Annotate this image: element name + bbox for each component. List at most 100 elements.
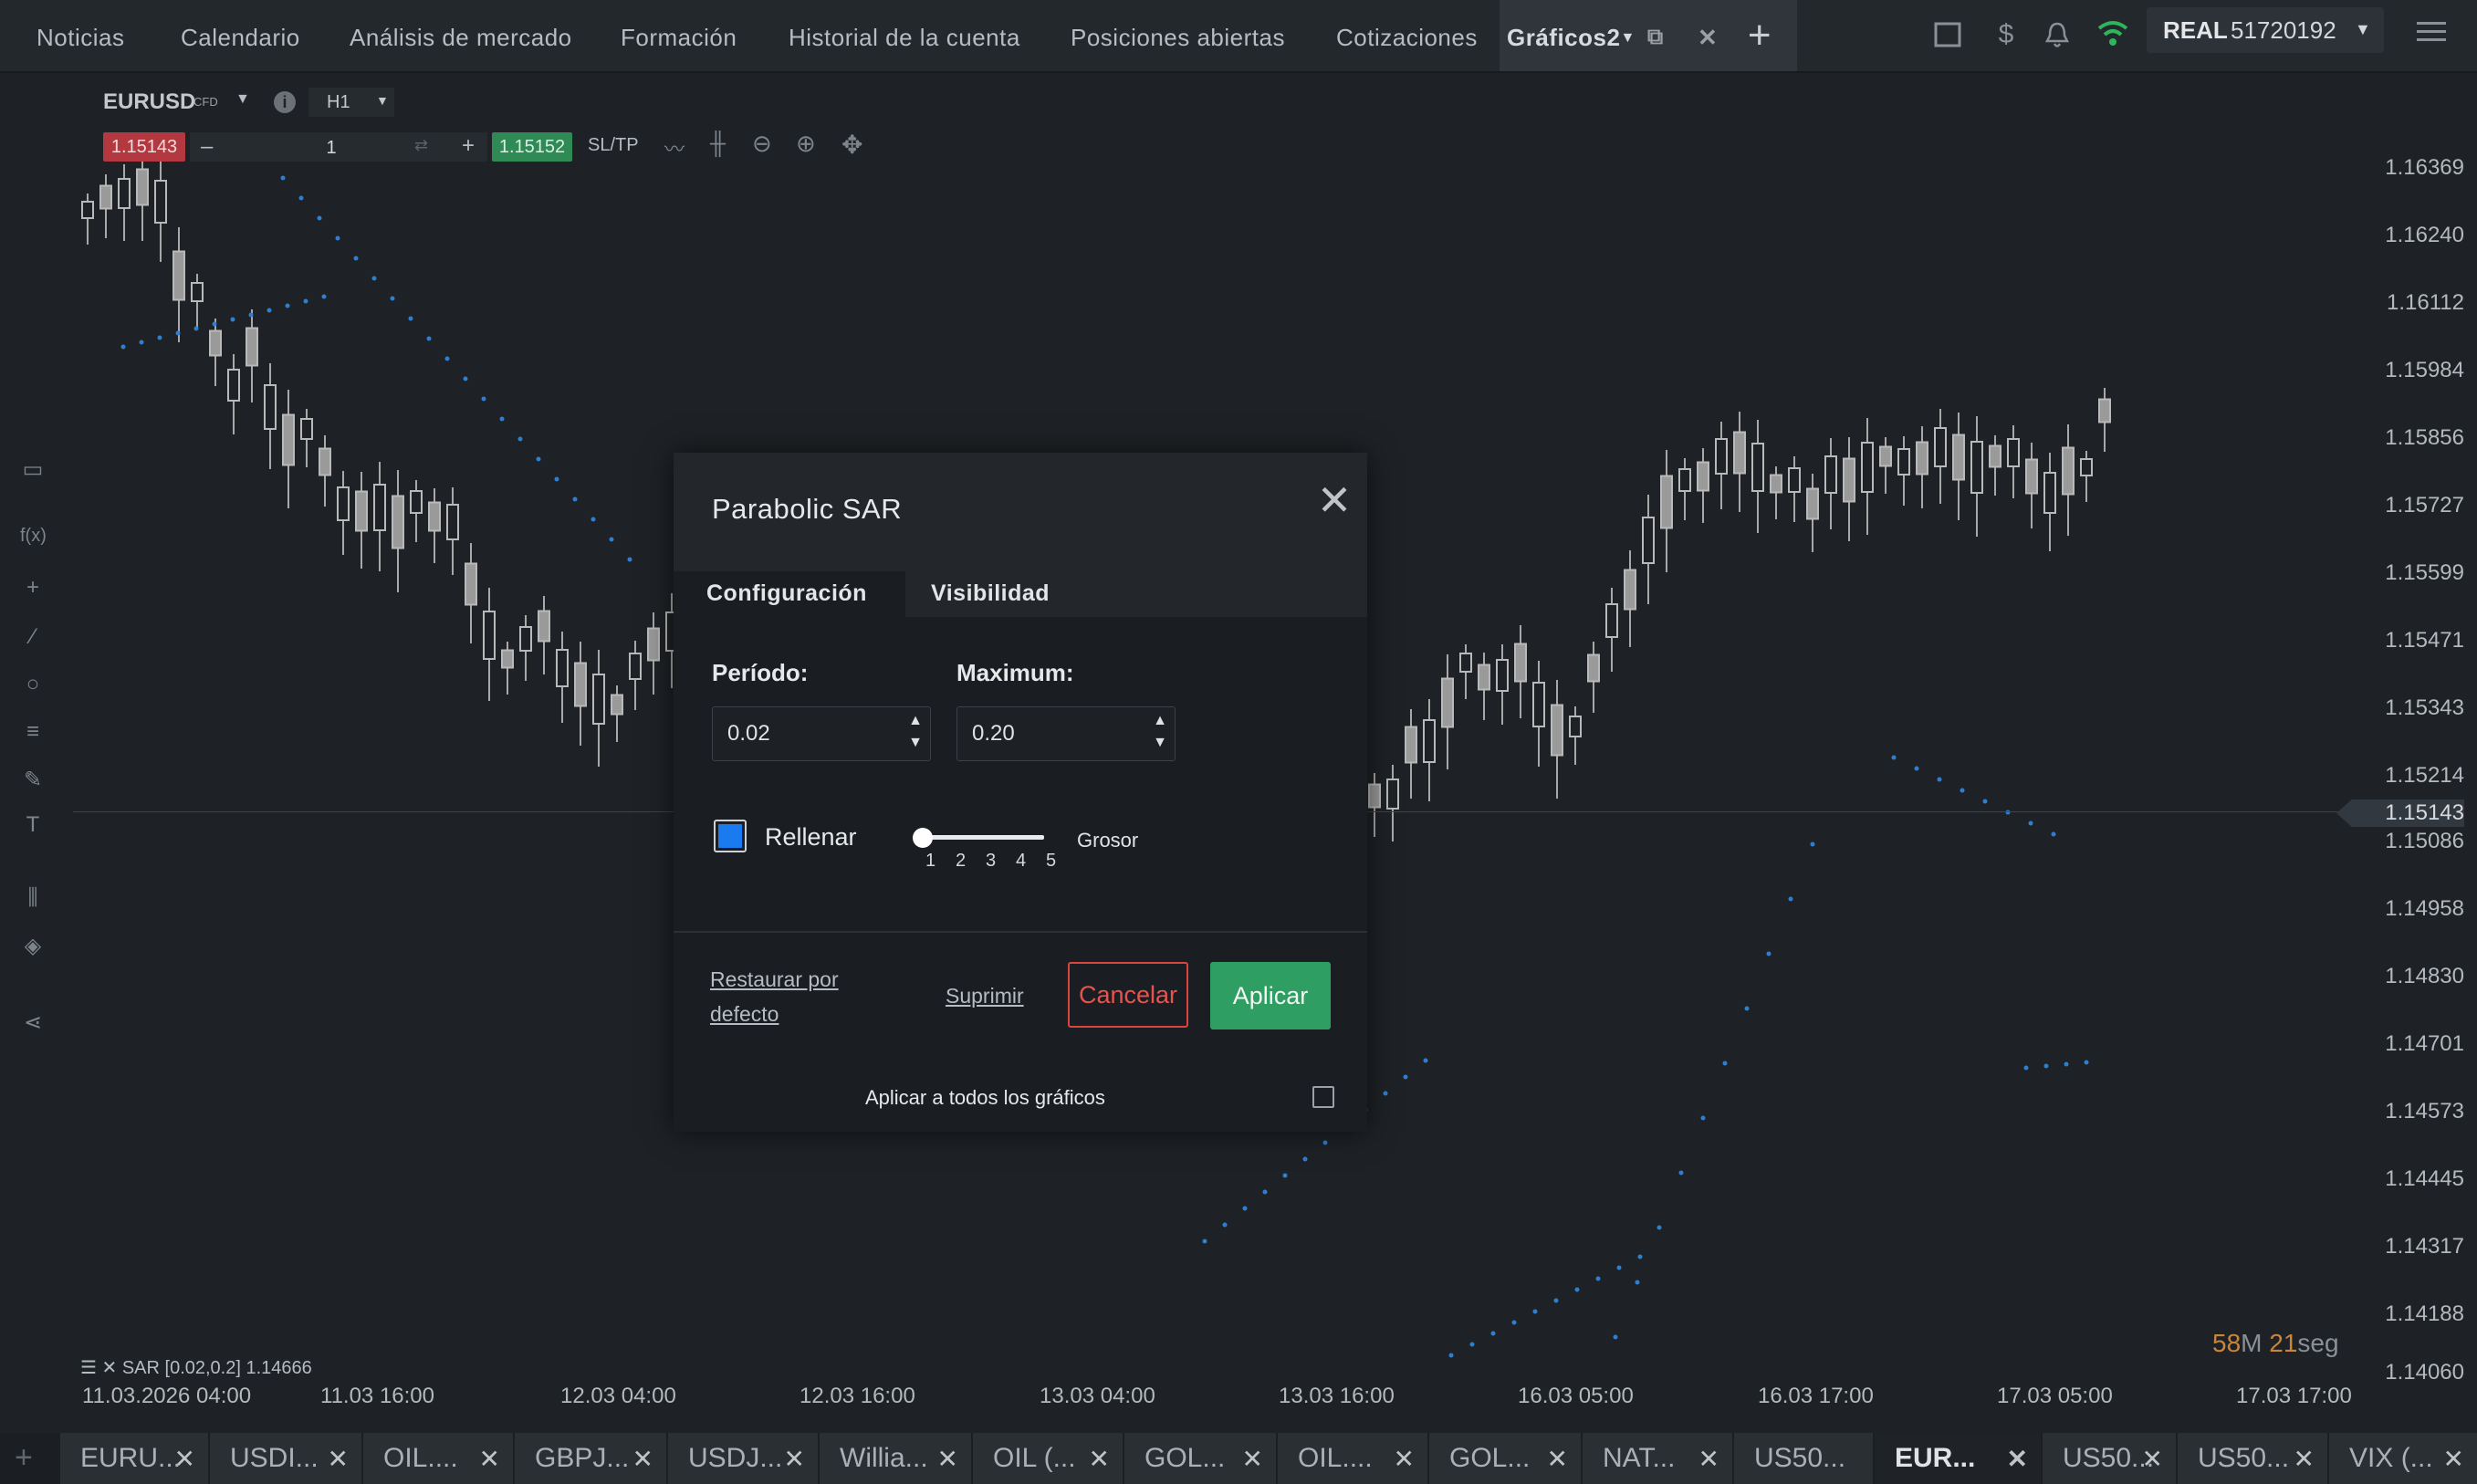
symbol-tab[interactable]: Willia... ✕ xyxy=(820,1433,973,1484)
bell-icon[interactable] xyxy=(2043,18,2072,51)
tab-visibilidad[interactable]: Visibilidad xyxy=(905,571,1367,617)
chevron-down-icon[interactable]: ▼ xyxy=(235,91,250,108)
line-chart-icon[interactable]: 〰 xyxy=(664,133,685,162)
nav-item-noticias[interactable]: Noticias xyxy=(37,0,124,71)
crosshair-icon[interactable]: ✥ xyxy=(841,130,862,160)
info-icon[interactable]: i xyxy=(274,91,296,113)
symbol-tab[interactable]: OIL (... ✕ xyxy=(973,1433,1124,1484)
sar-dot xyxy=(1383,1091,1388,1096)
nav-item-cotizaciones[interactable]: Cotizaciones xyxy=(1336,0,1478,71)
thickness-slider-thumb[interactable] xyxy=(913,828,933,848)
close-icon[interactable]: ✕ xyxy=(1698,1444,1719,1474)
apply-all-checkbox[interactable] xyxy=(1312,1086,1334,1108)
indicators-icon[interactable]: ⫼ xyxy=(20,885,46,911)
zoom-in-icon[interactable]: ⊕ xyxy=(796,130,816,158)
symbol-tab[interactable]: OIL.... ✕ xyxy=(1278,1433,1429,1484)
nav-item-formacion[interactable]: Formación xyxy=(621,0,737,71)
rectangle-tool-icon[interactable]: ▭ xyxy=(20,456,46,482)
window-layout-icon[interactable] xyxy=(1933,20,1962,49)
buy-price-button[interactable]: 1.15152 xyxy=(492,132,572,162)
add-symbol-icon[interactable]: + xyxy=(15,1440,33,1476)
symbol-tab[interactable]: OIL.... ✕ xyxy=(363,1433,515,1484)
fill-color-swatch[interactable] xyxy=(714,820,747,852)
nav-item-posiciones[interactable]: Posiciones abiertas xyxy=(1071,0,1285,71)
symbol-tab[interactable]: USDJ... ✕ xyxy=(668,1433,820,1484)
popout-icon[interactable]: ⧉ xyxy=(1647,0,1664,75)
symbol-tab[interactable]: NAT... ✕ xyxy=(1583,1433,1734,1484)
sar-dot xyxy=(1282,1173,1288,1178)
symbol-tab[interactable]: VIX (... ✕ xyxy=(2329,1433,2477,1484)
cancel-button[interactable]: Cancelar xyxy=(1068,962,1188,1028)
close-icon[interactable]: ✕ xyxy=(1547,1444,1568,1474)
dollar-transfer-icon[interactable]: $ xyxy=(1988,18,2024,51)
crosshair-tool-icon[interactable]: + xyxy=(20,575,46,601)
period-input[interactable] xyxy=(726,718,894,749)
increase-volume-button[interactable]: + xyxy=(462,133,475,159)
pen-tool-icon[interactable]: ✎ xyxy=(20,767,46,792)
close-icon[interactable]: ✕ xyxy=(937,1444,958,1474)
close-icon[interactable]: ✕ xyxy=(2443,1444,2464,1474)
symbol-tab[interactable]: GOL... ✕ xyxy=(1429,1433,1583,1484)
sltp-button[interactable]: SL/TP xyxy=(588,135,639,156)
sar-dot xyxy=(1222,1222,1228,1228)
increment-icon[interactable]: ▲ xyxy=(1153,713,1167,729)
nav-item-historial[interactable]: Historial de la cuenta xyxy=(789,0,1020,71)
symbol-tab[interactable]: GOL... ✕ xyxy=(1124,1433,1278,1484)
close-icon[interactable]: ✕ xyxy=(2142,1444,2163,1474)
close-icon[interactable]: ✕ xyxy=(479,1444,500,1474)
text-tool-icon[interactable]: T xyxy=(20,812,46,838)
close-icon[interactable]: ✕ xyxy=(2294,1444,2315,1474)
remove-indicator-icon[interactable]: ✕ xyxy=(102,1358,118,1378)
function-icon[interactable]: f(x) xyxy=(20,526,47,551)
layers-icon[interactable]: ◈ xyxy=(20,933,46,958)
restore-default-link[interactable]: Restaurar por defecto xyxy=(710,962,839,1031)
close-icon[interactable]: ✕ xyxy=(1394,1444,1415,1474)
symbol-tab[interactable]: GBPJ... ✕ xyxy=(515,1433,668,1484)
close-icon[interactable]: ✕ xyxy=(174,1444,195,1474)
menu-icon[interactable]: ☰ xyxy=(80,1358,97,1378)
tab-configuracion[interactable]: Configuración xyxy=(674,571,905,617)
circle-tool-icon[interactable]: ○ xyxy=(20,672,46,697)
thickness-slider-track[interactable] xyxy=(922,835,1044,840)
symbol-name[interactable]: EURUSD xyxy=(103,89,195,115)
volume-input[interactable] xyxy=(225,134,438,162)
candle-body xyxy=(2080,458,2093,476)
symbol-tab[interactable]: US50... ✕ xyxy=(2043,1433,2178,1484)
decrement-icon[interactable]: ▼ xyxy=(908,735,923,751)
close-icon[interactable]: ✕ xyxy=(1242,1444,1263,1474)
decrease-volume-button[interactable]: – xyxy=(201,134,213,160)
swap-icon[interactable]: ⇄ xyxy=(414,136,428,155)
symbol-tab-active[interactable]: EUR... ✕ xyxy=(1875,1433,2043,1484)
candlestick-icon[interactable]: ╫ xyxy=(710,131,726,157)
share-icon[interactable]: ⋖ xyxy=(20,1009,46,1035)
zoom-out-icon[interactable]: ⊖ xyxy=(752,130,772,158)
close-icon[interactable]: ✕ xyxy=(784,1444,805,1474)
close-icon[interactable]: ✕ xyxy=(632,1444,653,1474)
symbol-tab[interactable]: US50... xyxy=(1734,1433,1875,1484)
symbol-tab[interactable]: US50... ✕ xyxy=(2178,1433,2329,1484)
add-tab-button[interactable]: + xyxy=(1728,0,1792,71)
sell-price-button[interactable]: 1.15143 xyxy=(103,132,185,162)
delete-link[interactable]: Suprimir xyxy=(946,984,1024,1008)
close-icon[interactable]: ✕ xyxy=(328,1444,349,1474)
close-tab-icon[interactable]: ✕ xyxy=(1698,0,1718,75)
sar-dot xyxy=(1242,1206,1248,1211)
timeframe-selector[interactable]: H1 ▼ xyxy=(308,88,394,117)
maximum-input[interactable] xyxy=(970,718,1138,749)
symbol-tab[interactable]: EURU... ✕ xyxy=(60,1433,210,1484)
sar-dot xyxy=(2023,1065,2029,1071)
fibonacci-tool-icon[interactable]: ≡ xyxy=(20,719,46,745)
sar-dot xyxy=(481,396,486,402)
close-icon[interactable]: ✕ xyxy=(2007,1444,2028,1474)
nav-item-analisis[interactable]: Análisis de mercado xyxy=(350,0,572,71)
increment-icon[interactable]: ▲ xyxy=(908,713,923,729)
line-tool-icon[interactable]: ⁄ xyxy=(20,624,46,650)
close-icon[interactable]: ✕ xyxy=(1089,1444,1110,1474)
apply-button[interactable]: Aplicar xyxy=(1210,962,1331,1029)
indicator-legend: ☰ ✕ SAR [0.02,0.2] 1.14666 xyxy=(80,1356,312,1379)
decrement-icon[interactable]: ▼ xyxy=(1153,735,1167,751)
close-icon[interactable]: ✕ xyxy=(1307,473,1362,528)
symbol-tab[interactable]: USDI... ✕ xyxy=(210,1433,363,1484)
nav-item-calendario[interactable]: Calendario xyxy=(181,0,300,71)
chevron-down-icon[interactable]: ▼ xyxy=(1620,30,1635,46)
